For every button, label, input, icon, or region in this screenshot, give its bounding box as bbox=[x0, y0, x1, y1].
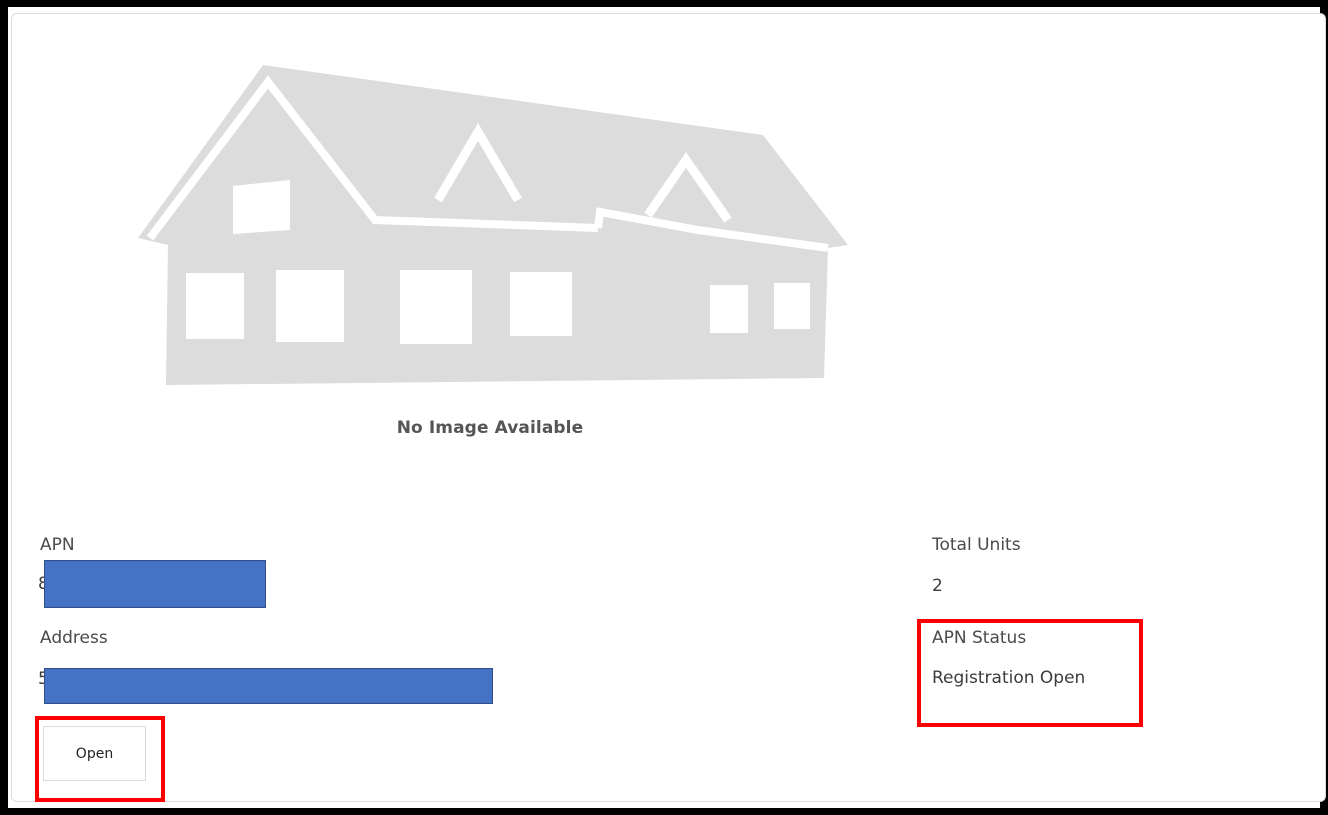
address-redaction bbox=[44, 668, 493, 704]
apn-redaction bbox=[44, 560, 266, 608]
apn-label: APN bbox=[40, 535, 75, 555]
open-button-highlight bbox=[35, 716, 165, 802]
apn-status-highlight bbox=[917, 619, 1143, 727]
address-label: Address bbox=[40, 628, 108, 648]
total-units-label: Total Units bbox=[932, 535, 1021, 555]
house-placeholder-icon bbox=[138, 65, 848, 385]
total-units-value: 2 bbox=[932, 576, 943, 596]
no-image-caption: No Image Available bbox=[396, 418, 584, 438]
